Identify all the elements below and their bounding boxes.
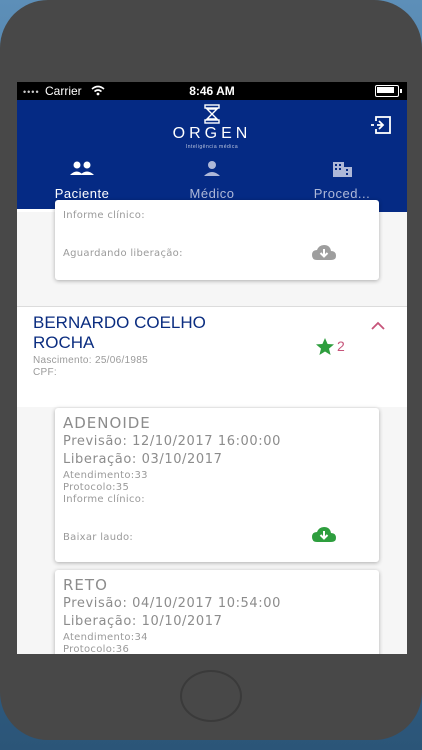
clinical-report-label: Informe clínico: (63, 494, 145, 505)
battery-icon (375, 85, 402, 97)
tab-label: Paciente (54, 186, 110, 201)
exam-card[interactable]: ADENOIDE Previsão: 12/10/2017 16:00:00 L… (55, 408, 379, 562)
app-screen: •••• Carrier 8:46 AM ORGEN Inteligência … (17, 82, 407, 654)
brand-tagline: Inteligência médica (185, 144, 239, 150)
favorite-count: 2 (337, 338, 345, 354)
status-bar: •••• Carrier 8:46 AM (17, 82, 407, 100)
protocol-number: Protocolo:35 (63, 482, 130, 493)
logout-icon[interactable] (371, 116, 391, 134)
patient-name: BERNARDO COELHO ROCHA (33, 313, 206, 352)
forecast-date: Previsão: 12/10/2017 16:00:00 (63, 434, 282, 449)
forecast-date: Previsão: 04/10/2017 10:54:00 (63, 596, 282, 611)
star-icon[interactable] (315, 337, 335, 357)
building-icon (333, 162, 352, 177)
attendance-number: Atendimento:34 (63, 632, 148, 643)
home-button[interactable] (180, 670, 242, 722)
exam-title: ADENOIDE (63, 414, 151, 432)
patient-list[interactable]: Informe clínico: Aguardando liberação: B… (17, 200, 407, 654)
tab-label: Proced... (313, 186, 371, 201)
release-date: Liberação: 10/10/2017 (63, 614, 223, 629)
protocol-number: Protocolo:36 (63, 644, 130, 654)
person-icon (204, 161, 220, 176)
phone-frame: •••• Carrier 8:46 AM ORGEN Inteligência … (0, 0, 422, 740)
orgen-logo-icon (204, 104, 220, 124)
cloud-download-icon[interactable] (311, 244, 337, 262)
action-label: Baixar laudo: (63, 532, 134, 543)
clock: 8:46 AM (189, 84, 235, 98)
patient-header[interactable]: BERNARDO COELHO ROCHA Nascimento: 25/06/… (17, 306, 407, 407)
cloud-download-icon[interactable] (311, 526, 337, 544)
release-date: Liberação: 03/10/2017 (63, 452, 223, 467)
exam-title: RETO (63, 576, 108, 594)
exam-card[interactable]: Informe clínico: Aguardando liberação: (55, 200, 379, 280)
cpf-field: CPF: (33, 367, 57, 378)
brand-logo: ORGEN Inteligência médica (17, 104, 407, 150)
clinical-report-label: Informe clínico: (63, 210, 145, 221)
brand-name: ORGEN (172, 125, 252, 142)
exam-card[interactable]: RETO Previsão: 04/10/2017 10:54:00 Liber… (55, 570, 379, 654)
attendance-number: Atendimento:33 (63, 470, 148, 481)
tab-label: Médico (189, 186, 235, 201)
chevron-up-icon[interactable] (371, 321, 385, 331)
app-header: ORGEN Inteligência médica Paciente Médic… (17, 100, 407, 212)
birth-date: Nascimento: 25/06/1985 (33, 355, 149, 366)
action-label: Aguardando liberação: (63, 248, 183, 259)
people-icon (70, 161, 94, 175)
